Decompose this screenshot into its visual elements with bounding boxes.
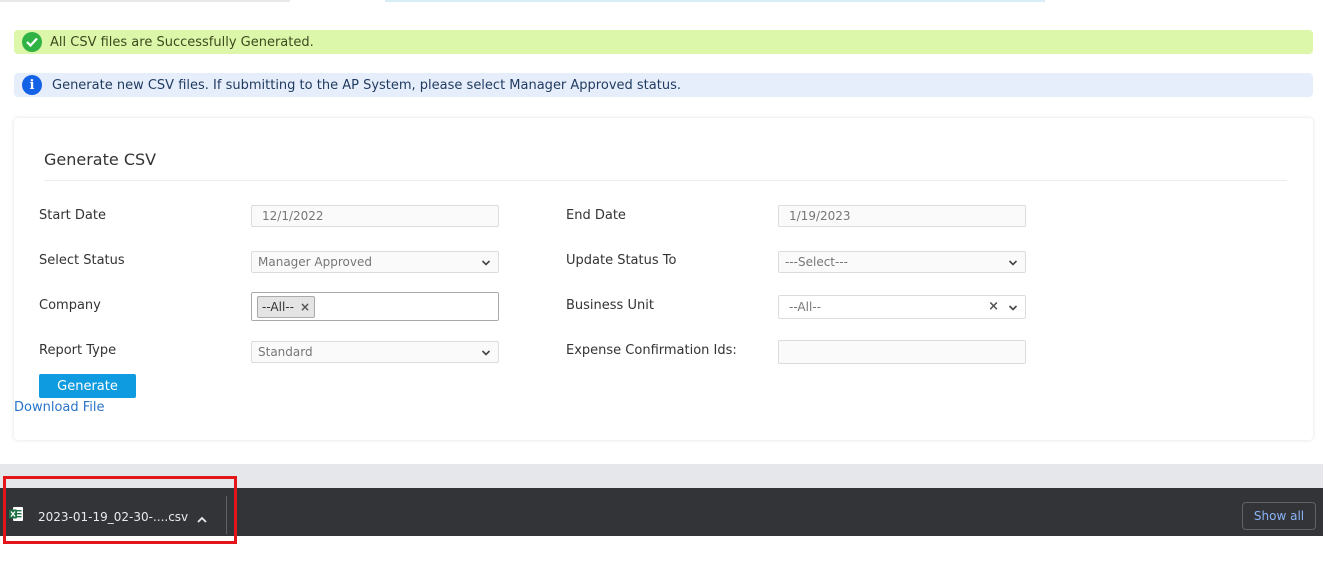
update-status-label: Update Status To xyxy=(566,253,677,268)
download-separator xyxy=(226,496,227,534)
report-type-label: Report Type xyxy=(39,343,117,358)
company-tag-label: --All-- xyxy=(262,299,294,314)
card-title: Generate CSV xyxy=(44,150,157,169)
expense-ids-label: Expense Confirmation Ids: xyxy=(566,343,737,358)
start-date-input[interactable]: 12/1/2022 xyxy=(251,205,499,227)
end-date-label: End Date xyxy=(566,208,626,223)
check-circle-icon xyxy=(22,32,42,52)
chevron-down-icon xyxy=(1008,257,1018,271)
title-divider xyxy=(44,180,1287,181)
clear-icon[interactable]: × xyxy=(988,299,999,314)
generate-button[interactable]: Generate xyxy=(39,374,136,398)
update-status-value: ---Select--- xyxy=(785,255,848,269)
chevron-down-icon xyxy=(481,257,491,271)
start-date-value: 12/1/2022 xyxy=(262,209,324,223)
expense-ids-input[interactable] xyxy=(778,340,1026,364)
success-alert-text: All CSV files are Successfully Generated… xyxy=(50,34,314,50)
company-tag: --All-- × xyxy=(257,295,315,318)
download-file-link[interactable]: Download File xyxy=(14,400,105,415)
generate-csv-card: Generate CSV xyxy=(14,118,1313,440)
business-unit-value: --All-- xyxy=(789,300,821,314)
remove-tag-icon[interactable]: × xyxy=(300,300,310,314)
show-all-button[interactable]: Show all xyxy=(1242,502,1316,530)
chevron-down-icon xyxy=(1008,302,1018,316)
select-status-value: Manager Approved xyxy=(258,255,372,269)
business-unit-dropdown[interactable]: --All-- × xyxy=(778,295,1026,319)
info-alert: i Generate new CSV files. If submitting … xyxy=(14,73,1313,97)
success-alert: All CSV files are Successfully Generated… xyxy=(14,30,1313,54)
end-date-value: 1/19/2023 xyxy=(789,209,851,223)
select-status-dropdown[interactable]: Manager Approved xyxy=(251,251,499,273)
chevron-down-icon xyxy=(481,347,491,361)
info-alert-text: Generate new CSV files. If submitting to… xyxy=(52,77,681,93)
report-type-value: Standard xyxy=(258,345,313,359)
company-multiselect[interactable]: --All-- × xyxy=(251,292,499,321)
below-bar-area xyxy=(0,536,1323,564)
chevron-up-icon[interactable] xyxy=(196,510,208,529)
download-filename[interactable]: 2023-01-19_02-30-....csv xyxy=(38,510,188,524)
report-type-dropdown[interactable]: Standard xyxy=(251,341,499,363)
download-bar: 2023-01-19_02-30-....csv Show all xyxy=(0,488,1323,536)
company-label: Company xyxy=(39,298,101,313)
page-footer-band xyxy=(0,464,1323,488)
update-status-dropdown[interactable]: ---Select--- xyxy=(778,251,1026,273)
end-date-input[interactable]: 1/19/2023 xyxy=(778,205,1026,227)
excel-file-icon xyxy=(8,506,24,522)
business-unit-label: Business Unit xyxy=(566,298,654,313)
download-item[interactable] xyxy=(8,506,24,522)
start-date-label: Start Date xyxy=(39,208,106,223)
select-status-label: Select Status xyxy=(39,253,125,268)
info-icon: i xyxy=(22,75,42,95)
